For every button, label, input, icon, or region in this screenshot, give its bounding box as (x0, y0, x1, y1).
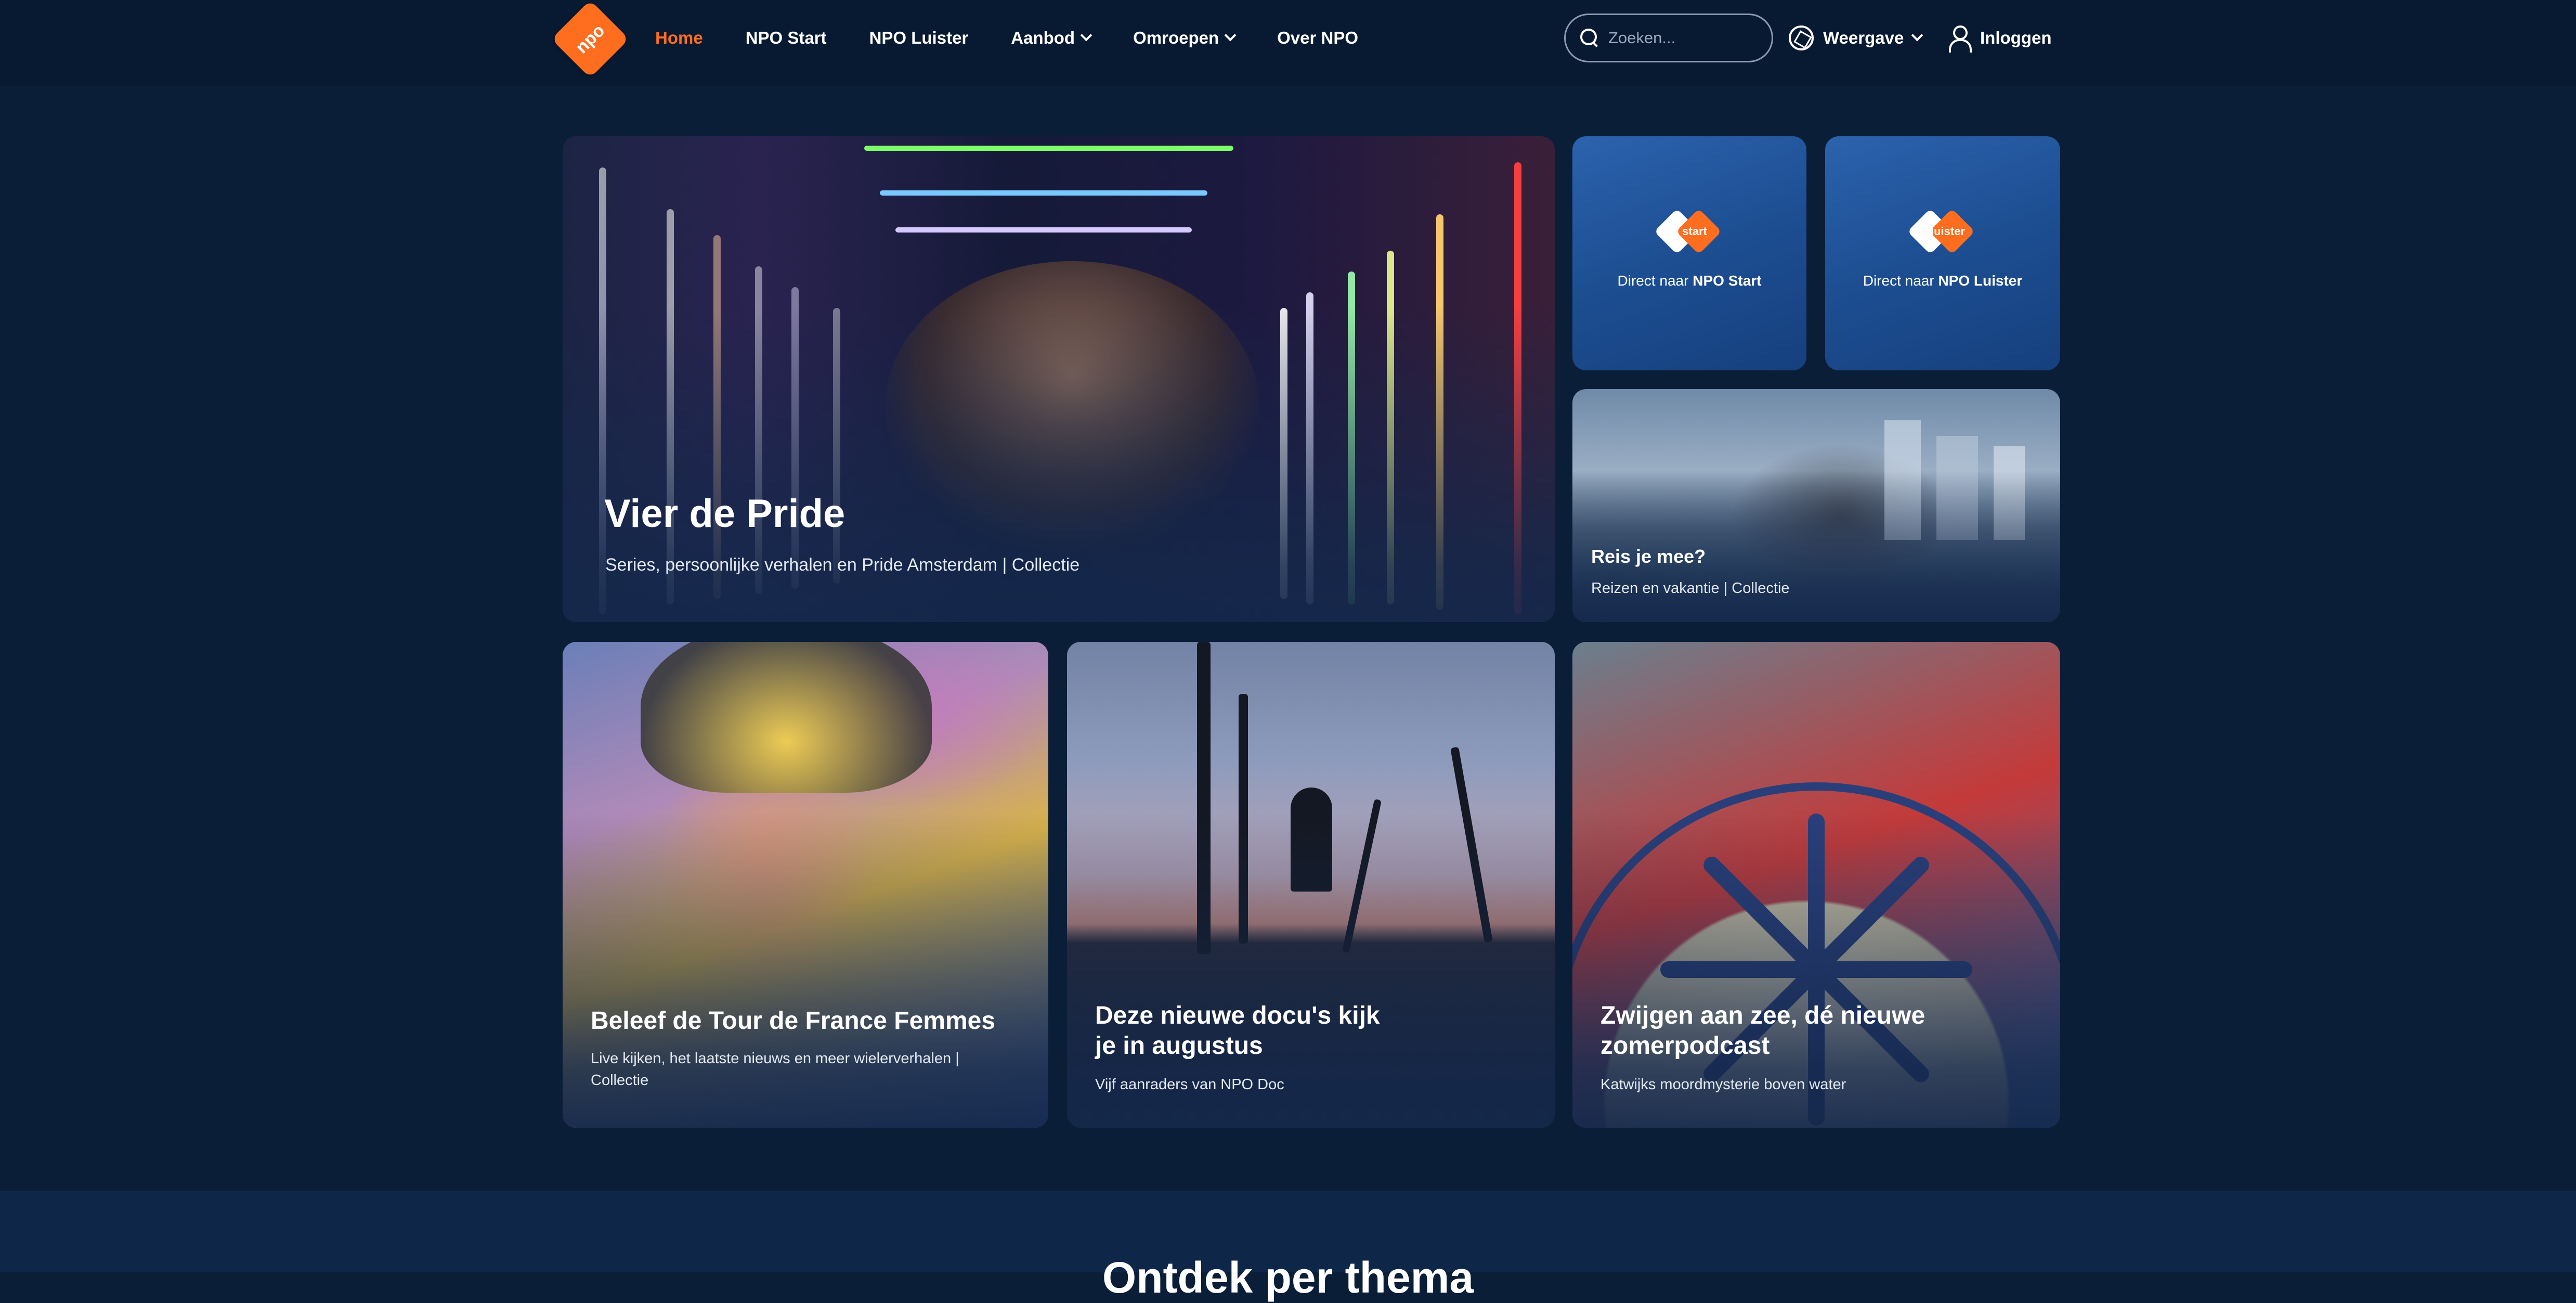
npo-luister-badge-text: luister (1930, 225, 1966, 238)
card-tour-subtitle: Live kijken, het laatste nieuws en meer … (591, 1050, 959, 1089)
card-reis-subtitle: Reizen en vakantie | Collectie (1591, 580, 1790, 597)
nav-npo-luister-label: NPO Luister (869, 28, 969, 47)
nav-npo-luister[interactable]: NPO Luister (869, 28, 969, 48)
site-header: npo Home NPO Start NPO Luister Aanbod Om… (0, 0, 2576, 86)
chevron-down-icon (1080, 29, 1092, 42)
card-nieuwe-docus[interactable]: Deze nieuwe docu's kijk je in augustus V… (1067, 642, 1555, 1128)
card-zee-subtitle: Katwijks moordmysterie boven water (1601, 1076, 1846, 1093)
nav-npo-start-label: NPO Start (745, 28, 827, 47)
card-docu-subtitle: Vijf aanraders van NPO Doc (1095, 1076, 1284, 1093)
chevron-down-icon (1911, 29, 1923, 42)
npo-luister-logo: luister (1907, 209, 1976, 257)
search-input[interactable] (1608, 29, 1764, 47)
card-docu-title: Deze nieuwe docu's kijk je in augustus (1095, 1002, 1380, 1060)
display-settings-button[interactable]: Weergave (1789, 0, 1923, 76)
npo-start-badge-text: start (1682, 225, 1707, 238)
nav-omroepen[interactable]: Omroepen (1133, 28, 1237, 48)
aperture-icon (1789, 25, 1814, 50)
nav-home-label: Home (655, 28, 703, 47)
nav-aanbod-label: Aanbod (1011, 28, 1075, 47)
nav-over-npo[interactable]: Over NPO (1277, 28, 1358, 48)
display-settings-label: Weergave (1823, 28, 1904, 47)
nav-npo-start[interactable]: NPO Start (746, 28, 827, 48)
nav-over-npo-label: Over NPO (1277, 28, 1359, 47)
card-tour-de-france-femmes[interactable]: Beleef de Tour de France Femmes Live kij… (563, 642, 1048, 1128)
hero-shade (563, 136, 1555, 622)
card-reis-title: Reis je mee? (1591, 546, 1706, 567)
nav-home[interactable]: Home (655, 28, 703, 48)
main-nav: Home NPO Start NPO Luister Aanbod Omroep… (655, 0, 1358, 76)
card-zee-title: Zwijgen aan zee, dé nieuwe zomerpodcast (1601, 1002, 1926, 1060)
user-icon (1948, 25, 1972, 53)
hero-title: Vier de Pride (604, 492, 845, 536)
nav-aanbod[interactable]: Aanbod (1011, 28, 1092, 48)
tile-npo-start-label: Direct naar NPO Start (1617, 273, 1762, 289)
search-icon (1580, 29, 1599, 47)
login-button[interactable]: Inloggen (1948, 0, 2051, 76)
chevron-down-icon (1224, 29, 1237, 42)
login-label: Inloggen (1980, 28, 2052, 47)
search-box[interactable] (1564, 14, 1773, 62)
card-zwijgen-aan-zee[interactable]: Zwijgen aan zee, dé nieuwe zomerpodcast … (1572, 642, 2060, 1128)
theme-section-title: Ontdek per thema (1102, 1253, 1474, 1302)
hero-subtitle: Series, persoonlijke verhalen en Pride A… (605, 555, 1080, 575)
tile-direct-npo-start[interactable]: start Direct naar NPO Start (1572, 136, 1806, 370)
npo-start-logo: start (1654, 209, 1723, 257)
hero-card-pride[interactable]: Vier de Pride Series, persoonlijke verha… (563, 136, 1555, 622)
tile-npo-luister-label: Direct naar NPO Luister (1863, 273, 2023, 289)
card-reis-je-mee[interactable]: Reis je mee? Reizen en vakantie | Collec… (1572, 389, 2060, 622)
nav-omroepen-label: Omroepen (1133, 28, 1219, 47)
card-tour-title: Beleef de Tour de France Femmes (591, 1007, 996, 1035)
npo-logo-text: npo (571, 20, 609, 58)
tile-direct-npo-luister[interactable]: luister Direct naar NPO Luister (1825, 136, 2060, 370)
